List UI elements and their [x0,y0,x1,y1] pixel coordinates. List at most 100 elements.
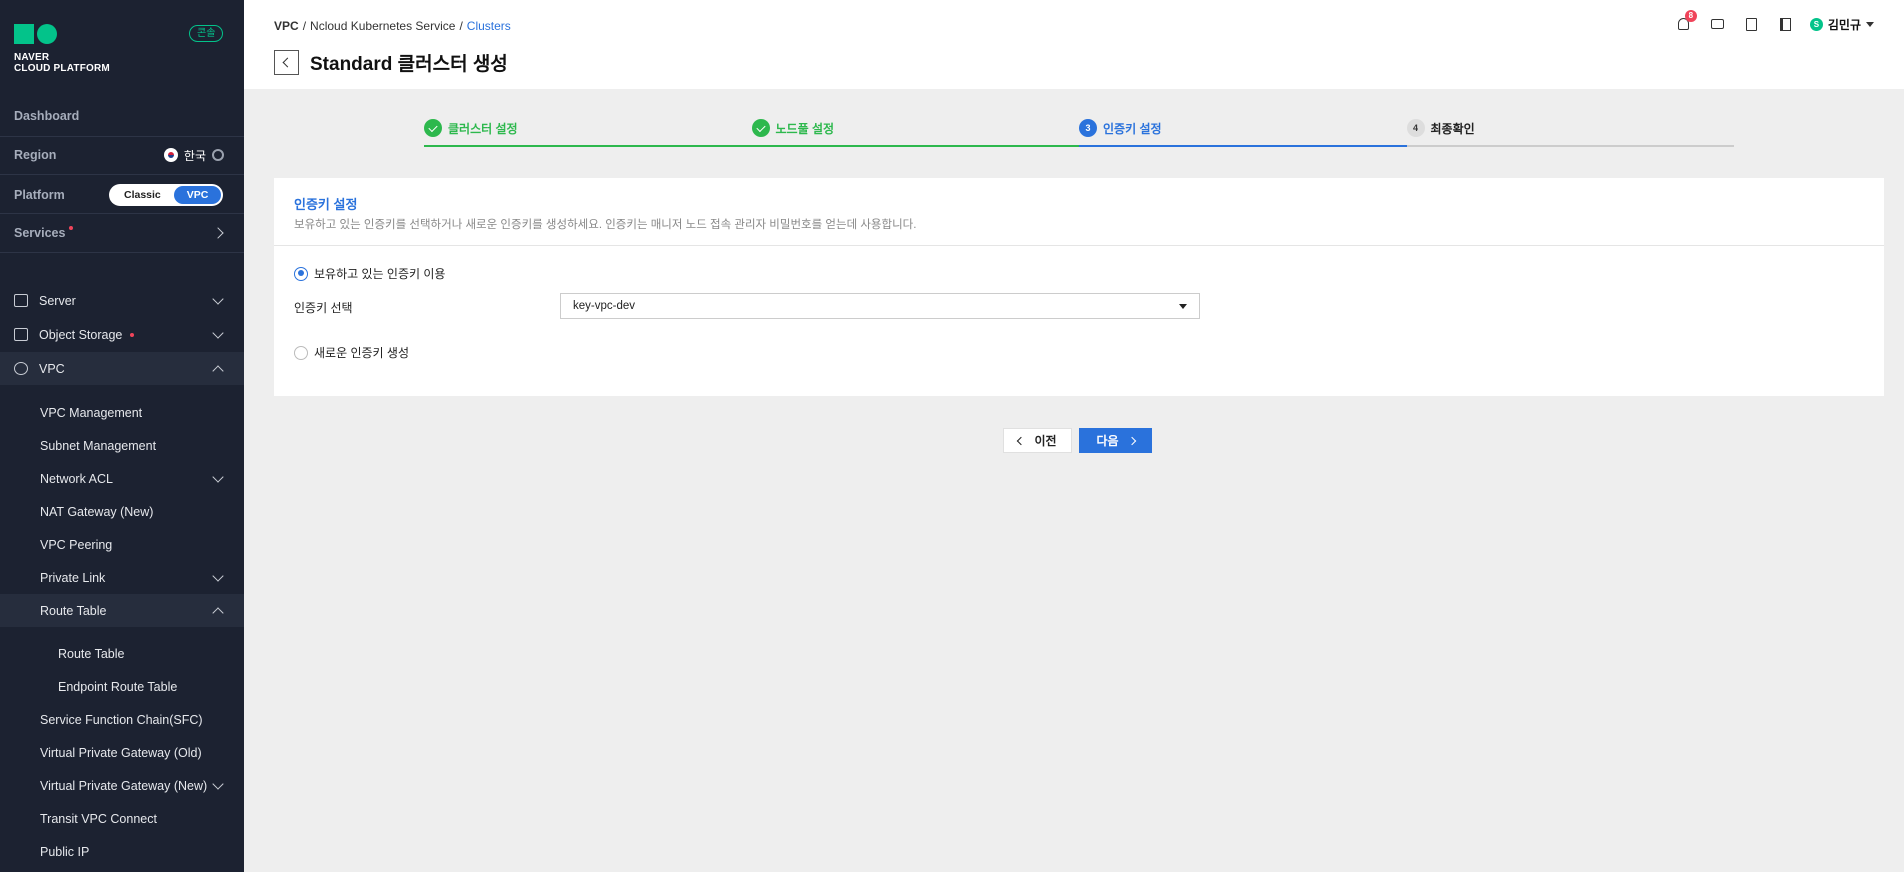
platform-row: Platform Classic VPC [0,184,244,206]
chevron-down-icon [212,292,224,305]
notification-count-badge: 8 [1684,10,1697,22]
step-progress-line [751,145,1079,147]
services-label: Services [14,226,66,240]
public-ip-link[interactable]: Public IP [0,835,244,868]
caret-down-icon [1179,304,1187,309]
korea-flag-icon [163,148,178,162]
radio-unselected[interactable] [294,345,308,360]
breadcrumb-nks[interactable]: Ncloud Kubernetes Service [310,19,455,33]
radio-selected[interactable] [294,266,308,281]
authkey-panel: 인증키 설정 보유하고 있는 인증키를 선택하거나 새로운 인증키를 생성하세요… [274,178,1884,396]
platform-vpc-option[interactable]: VPC [173,186,222,204]
sfc-link[interactable]: Service Function Chain(SFC) [0,703,244,736]
authkey-select-label: 인증키 선택 [294,301,353,315]
console-badge[interactable]: 콘솔 [189,25,224,42]
vpc-icon [14,362,28,375]
check-icon [424,119,442,137]
step-label: 노드풀 설정 [775,121,835,136]
divider [0,136,244,137]
divider [0,252,244,253]
vpc-management-label: VPC Management [40,405,143,420]
route-table-link[interactable]: Route Table [0,637,244,670]
user-name: 김민규 [1827,17,1861,32]
network-acl-link[interactable]: Network ACL [0,462,244,495]
use-existing-key-label: 보유하고 있는 인증키 이용 [314,267,446,281]
naver-cloud-logo[interactable]: NAVER CLOUD PLATFORM [14,24,110,74]
platform-label: Platform [14,188,65,202]
route-table-group[interactable]: Route Table [0,594,244,627]
public-ip-label: Public IP [40,844,90,859]
vpc-peering-link[interactable]: VPC Peering [0,528,244,561]
menu-vpc-label: VPC [39,361,65,376]
menu-server-label: Server [39,293,76,308]
create-new-key-label: 새로운 인증키 생성 [314,346,409,360]
breadcrumb-clusters[interactable]: Clusters [467,19,511,33]
guide-button[interactable] [1776,14,1796,34]
vpc-management-link[interactable]: VPC Management [0,396,244,429]
server-icon [14,294,28,307]
authkey-select-value: key-vpc-dev [573,300,635,312]
previous-button[interactable]: 이전 [1003,428,1072,453]
logo-square [14,24,34,44]
logo-line-1: NAVER [14,52,50,63]
check-icon [751,119,770,137]
divider [0,213,244,214]
step-final-review: 4 최종확인 [1406,117,1734,147]
use-existing-key-option[interactable]: 보유하고 있는 인증키 이용 [294,265,445,282]
book-icon [1780,17,1792,31]
platform-classic-option[interactable]: Classic [111,186,174,204]
step-progress-line [424,145,752,147]
gear-icon[interactable] [212,149,224,161]
wizard-stepper: 클러스터 설정 노드풀 설정 3 인증키 설정 4 최종확인 [424,117,1734,147]
step-progress-line [1079,145,1407,147]
menu-vpc[interactable]: VPC [0,352,244,385]
region-selector[interactable]: 한국 [163,147,224,164]
user-avatar: S [1809,17,1823,31]
subnet-management-label: Subnet Management [40,438,157,453]
private-link-label: Private Link [40,570,106,585]
endpoint-route-table-link[interactable]: Endpoint Route Table [0,670,244,703]
nat-gateway-label: NAT Gateway (New) [40,504,154,519]
sidebar: NAVER CLOUD PLATFORM 콘솔 Dashboard Region… [0,0,244,872]
menu-server[interactable]: Server [0,284,244,317]
breadcrumb: VPC / Ncloud Kubernetes Service / Cluste… [274,19,511,33]
next-button[interactable]: 다음 [1079,428,1152,453]
new-indicator-dot [130,332,135,337]
nat-gateway-link[interactable]: NAT Gateway (New) [0,495,244,528]
step-nodepool-settings: 노드풀 설정 [751,117,1079,147]
region-value: 한국 [183,148,206,163]
transit-vpc-connect-link[interactable]: Transit VPC Connect [0,802,244,835]
back-button[interactable] [274,50,299,75]
chevron-down-icon [212,569,224,582]
chat-button[interactable] [1708,14,1728,34]
logo-mark [14,24,110,44]
breadcrumb-vpc[interactable]: VPC [274,19,299,33]
header-toolbar: 8 S 김민규 [1674,10,1874,34]
authkey-select[interactable]: key-vpc-dev [560,293,1200,319]
breadcrumb-separator: / [459,19,463,33]
caret-down-icon [1866,21,1874,27]
create-new-key-option[interactable]: 새로운 인증키 생성 [294,344,409,361]
new-indicator-dot [69,226,74,230]
document-edit-icon [1746,17,1758,31]
user-menu[interactable]: S 김민규 [1809,16,1874,33]
platform-toggle[interactable]: Classic VPC [109,184,224,206]
subnet-management-link[interactable]: Subnet Management [0,429,244,462]
logo-circle [37,24,57,44]
private-link-link[interactable]: Private Link [0,561,244,594]
step-number: 4 [1406,119,1425,137]
notes-button[interactable] [1742,14,1762,34]
breadcrumb-separator: / [302,19,307,33]
panel-header: 인증키 설정 보유하고 있는 인증키를 선택하거나 새로운 인증키를 생성하세요… [274,178,1884,246]
vpg-new-link[interactable]: Virtual Private Gateway (New) [0,769,244,802]
menu-object-storage[interactable]: Object Storage [0,318,244,351]
dashboard-link[interactable]: Dashboard [0,106,244,126]
chat-icon [1711,19,1725,29]
next-button-label: 다음 [1096,434,1119,448]
sfc-label: Service Function Chain(SFC) [40,712,203,727]
vpg-old-link[interactable]: Virtual Private Gateway (Old) [0,736,244,769]
notifications-button[interactable]: 8 [1674,10,1697,34]
services-menu[interactable]: Services [0,223,244,243]
menu-object-storage-label: Object Storage [39,327,123,342]
vpg-old-label: Virtual Private Gateway (Old) [40,745,202,760]
